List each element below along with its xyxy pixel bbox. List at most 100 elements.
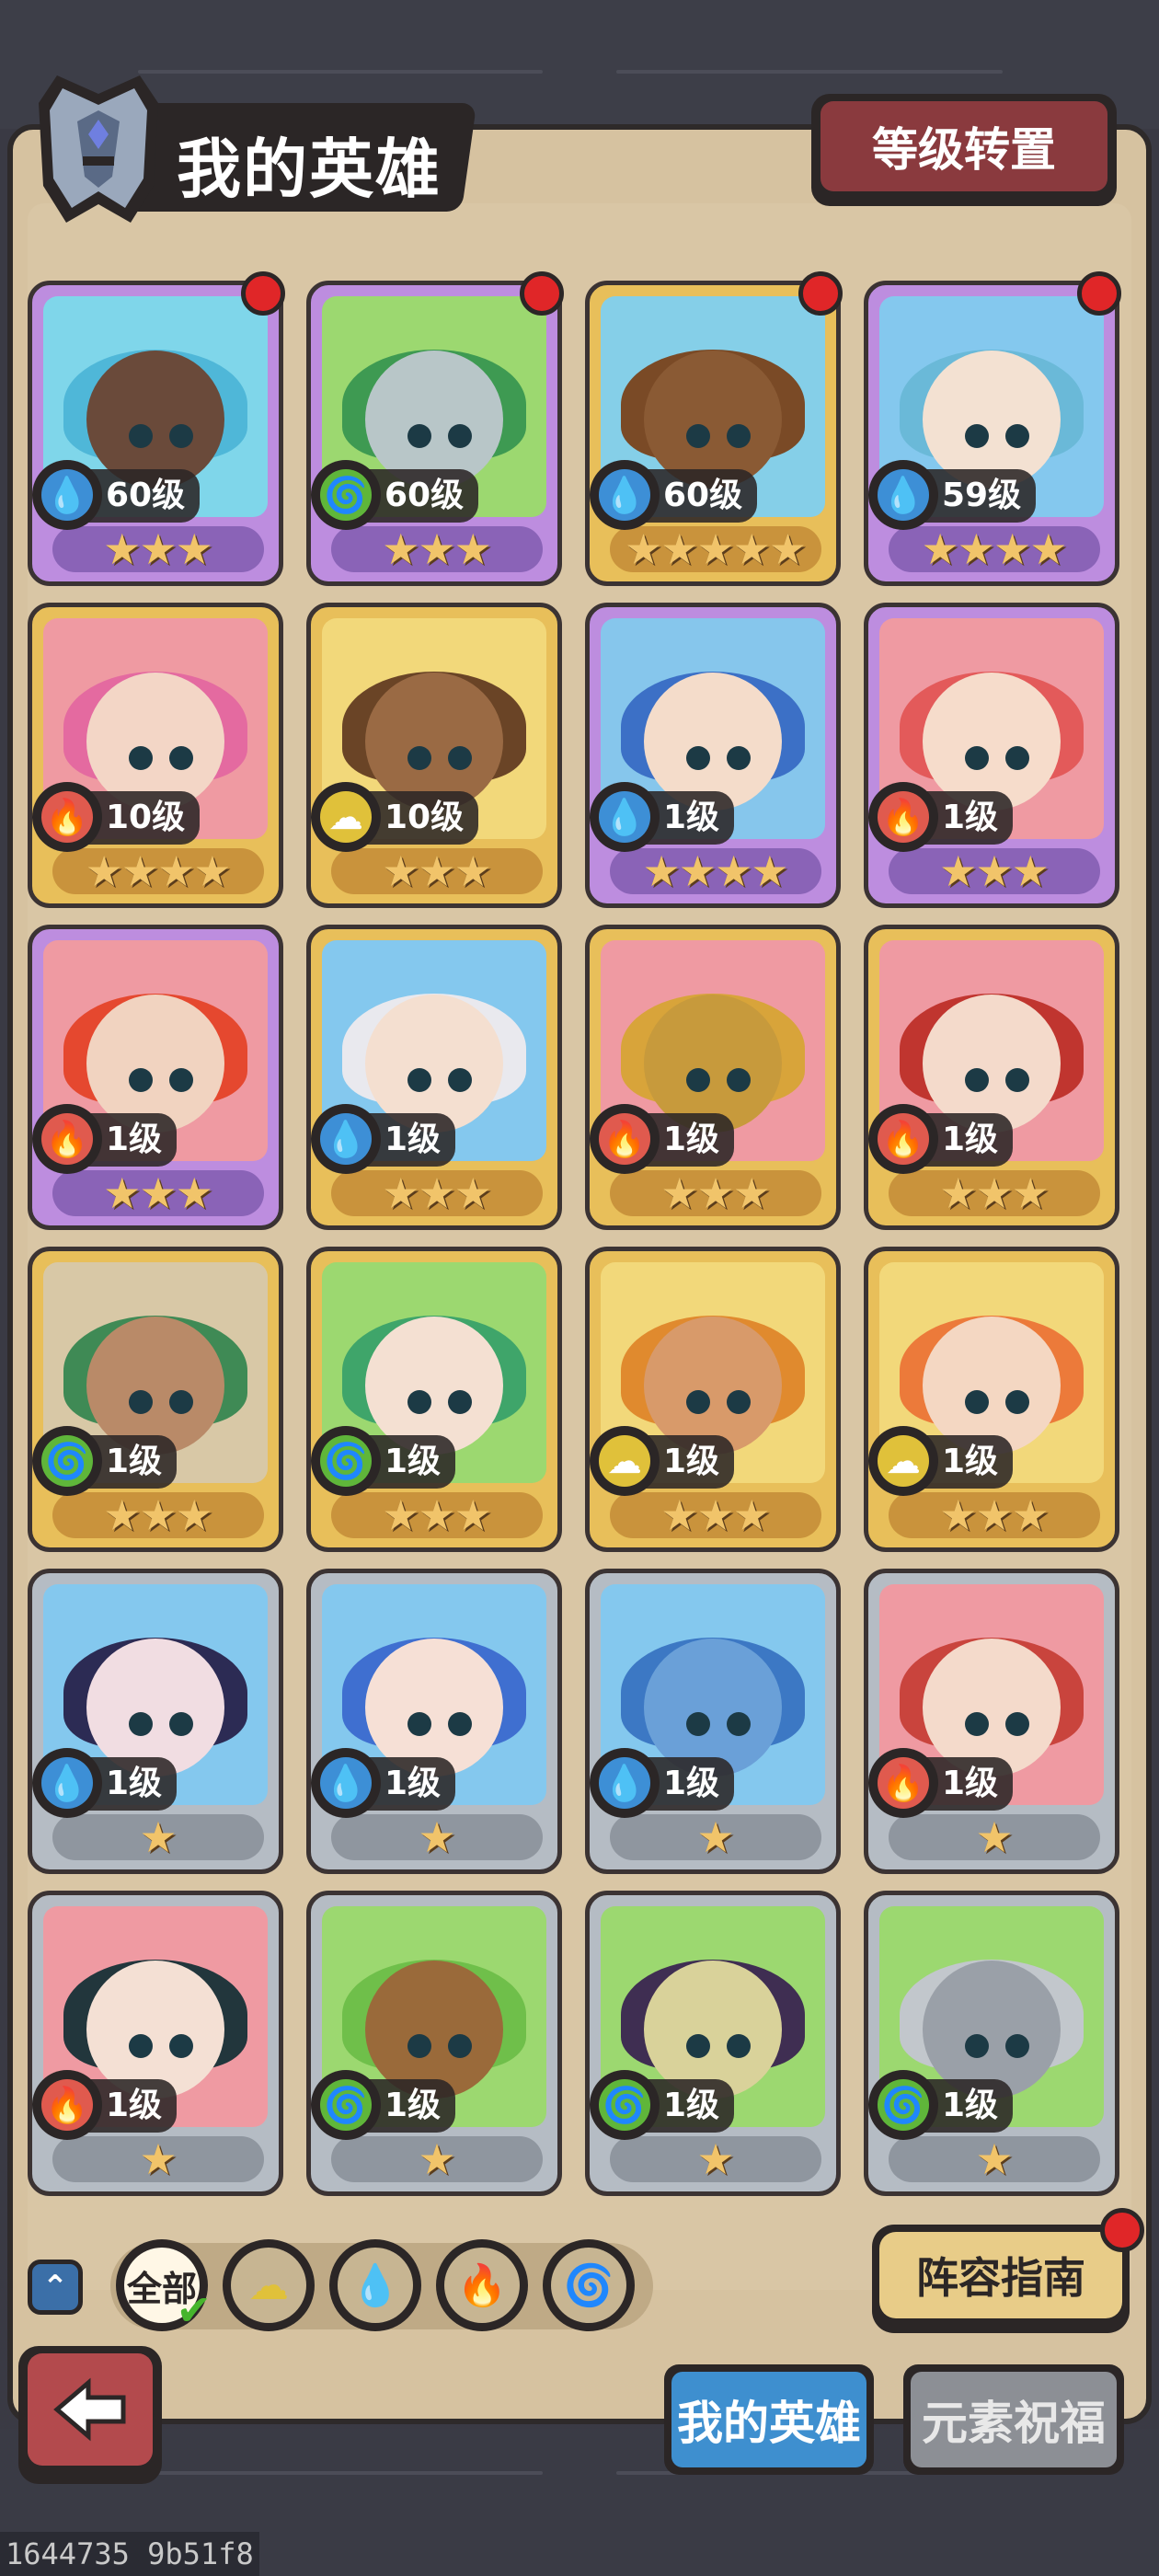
star-icon: ★ <box>939 1490 978 1540</box>
fire-element-icon: 🔥 <box>32 1104 102 1174</box>
lineup-guide-button[interactable]: 阵容指南 <box>872 2225 1130 2333</box>
hero-card[interactable]: ★ ★ ★ 1级 💧 <box>306 925 562 1230</box>
element-glyph: 🌀 <box>320 1435 372 1487</box>
filter-wind-button[interactable]: 🌀 <box>543 2239 635 2331</box>
hero-face <box>86 995 224 1133</box>
hero-card[interactable]: ★ 1级 🌀 <box>864 1891 1119 2196</box>
filter-water-button[interactable]: 💧 <box>329 2239 421 2331</box>
star-icon: ★ <box>975 2134 1014 2184</box>
hero-card[interactable]: ★ ★ ★ 1级 🔥 <box>28 925 283 1230</box>
wind-element-icon: 🌀 <box>311 460 381 530</box>
star-rating: ★ ★ ★ <box>331 1170 543 1216</box>
star-icon: ★ <box>678 846 717 896</box>
hero-card[interactable]: ★ ★ ★ 1级 🔥 <box>585 925 841 1230</box>
star-icon: ★ <box>453 846 492 896</box>
star-icon: ★ <box>732 1490 771 1540</box>
star-icon: ★ <box>175 1490 213 1540</box>
star-icon: ★ <box>382 524 420 574</box>
star-icon: ★ <box>139 2134 178 2184</box>
level-transfer-button[interactable]: 等级转置 <box>811 94 1117 206</box>
hero-card[interactable]: ★ ★ ★ ★ ★ 60级 💧 <box>585 281 841 586</box>
hero-eye <box>1004 746 1029 771</box>
hero-card[interactable]: ★ ★ ★ 1级 🌀 <box>306 1247 562 1552</box>
tab-element-blessing-label: 元素祝福 <box>911 2372 1117 2467</box>
hero-eye <box>964 1712 989 1737</box>
hero-eye <box>685 1712 710 1737</box>
hero-card[interactable]: ★ ★ ★ ★ 59级 💧 <box>864 281 1119 586</box>
hero-card[interactable]: ★ 1级 💧 <box>28 1569 283 1874</box>
hero-card[interactable]: ★ 1级 🌀 <box>585 1891 841 2196</box>
hero-eye <box>407 746 431 771</box>
water-element-icon: 💧 <box>590 782 660 852</box>
element-filter-bar: ⌃ 全部 ✔ ☁ 💧 🔥 🌀 <box>28 2236 653 2337</box>
element-glyph: 🔥 <box>878 791 929 843</box>
earth-element-icon: ☁ <box>311 782 381 852</box>
star-rating: ★ <box>889 1814 1100 1860</box>
star-icon: ★ <box>139 524 178 574</box>
collapse-filter-button[interactable]: ⌃ <box>28 2260 83 2315</box>
debug-id-text: 1644735 9b51f8 <box>0 2532 259 2576</box>
water-element-icon: 💧 <box>311 1748 381 1818</box>
star-rating: ★ ★ ★ <box>52 526 264 572</box>
hero-card[interactable]: ★ ★ ★ ★ 10级 🔥 <box>28 603 283 908</box>
hero-eye <box>407 424 431 449</box>
decor-line <box>138 2471 543 2475</box>
hero-card[interactable]: ★ 1级 🌀 <box>306 1891 562 2196</box>
hero-face <box>365 1639 503 1777</box>
element-glyph: 🌀 <box>41 1435 93 1487</box>
hero-face <box>86 1639 224 1777</box>
hero-eye <box>168 746 193 771</box>
star-icon: ★ <box>975 1490 1014 1540</box>
star-icon: ★ <box>418 2134 456 2184</box>
hero-card[interactable]: ★ ★ ★ 60级 🌀 <box>306 281 562 586</box>
star-rating: ★ ★ ★ <box>610 1170 821 1216</box>
hero-card[interactable]: ★ 1级 💧 <box>306 1569 562 1874</box>
tab-element-blessing[interactable]: 元素祝福 <box>903 2364 1124 2475</box>
star-icon: ★ <box>103 524 142 574</box>
hero-card[interactable]: ★ ★ ★ 1级 ☁ <box>864 1247 1119 1552</box>
back-button[interactable] <box>18 2346 162 2484</box>
hero-card[interactable]: ★ ★ ★ ★ 1级 💧 <box>585 603 841 908</box>
helmet-icon <box>39 75 158 223</box>
star-icon: ★ <box>175 1168 213 1218</box>
element-glyph: 🔥 <box>599 1113 650 1165</box>
tab-my-heroes-label: 我的英雄 <box>671 2372 866 2467</box>
element-glyph: 🔥 <box>878 1757 929 1809</box>
hero-eye <box>447 746 472 771</box>
filter-fire-button[interactable]: 🔥 <box>436 2239 528 2331</box>
star-icon: ★ <box>382 1168 420 1218</box>
hero-card[interactable]: ★ 1级 💧 <box>585 1569 841 1874</box>
hero-eye <box>1004 424 1029 449</box>
earth-element-icon: ☁ <box>590 1426 660 1496</box>
hero-eye <box>128 746 153 771</box>
element-glyph: 🌀 <box>320 2079 372 2131</box>
water-element-icon: 💧 <box>32 460 102 530</box>
filter-earth-button[interactable]: ☁ <box>223 2239 315 2331</box>
hero-eye <box>168 2034 193 2059</box>
star-icon: ★ <box>453 1490 492 1540</box>
hero-card[interactable]: ★ 1级 🔥 <box>864 1569 1119 1874</box>
hero-eye <box>685 746 710 771</box>
tab-my-heroes[interactable]: 我的英雄 <box>664 2364 874 2475</box>
hero-card[interactable]: ★ ★ ★ 1级 🔥 <box>864 925 1119 1230</box>
hero-eye <box>128 1068 153 1093</box>
hero-card[interactable]: ★ ★ ★ 1级 🌀 <box>28 1247 283 1552</box>
star-icon: ★ <box>1011 1490 1050 1540</box>
hero-face <box>644 995 782 1133</box>
hero-eye <box>726 1390 751 1415</box>
hero-eye <box>168 1390 193 1415</box>
filter-all-button[interactable]: 全部 ✔ <box>116 2239 212 2335</box>
wind-element-icon: 🌀 <box>311 2070 381 2140</box>
star-rating: ★ <box>52 1814 264 1860</box>
hero-card[interactable]: ★ ★ ★ 60级 💧 <box>28 281 283 586</box>
level-transfer-label: 等级转置 <box>820 101 1107 191</box>
element-glyph: ☁ <box>878 1435 929 1487</box>
hero-card[interactable]: ★ 1级 🔥 <box>28 1891 283 2196</box>
element-glyph: 💧 <box>878 469 929 521</box>
star-icon: ★ <box>751 846 789 896</box>
star-rating: ★ ★ ★ <box>889 1492 1100 1538</box>
earth-element-icon: ☁ <box>868 1426 938 1496</box>
hero-card[interactable]: ★ ★ ★ 1级 ☁ <box>585 1247 841 1552</box>
hero-card[interactable]: ★ ★ ★ 10级 ☁ <box>306 603 562 908</box>
hero-card[interactable]: ★ ★ ★ 1级 🔥 <box>864 603 1119 908</box>
